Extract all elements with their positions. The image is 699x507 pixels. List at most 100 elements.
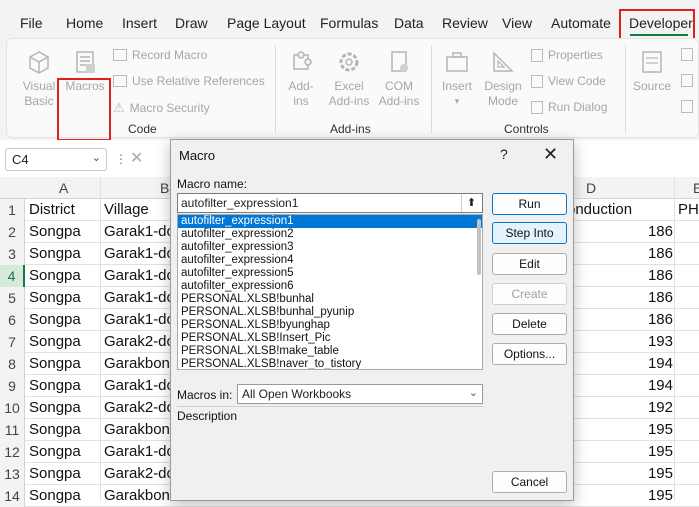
column-header-a[interactable]: A bbox=[59, 180, 68, 196]
macros-in-select[interactable]: All Open Workbooks ⌄ bbox=[237, 384, 483, 404]
row-header[interactable]: 10 bbox=[0, 397, 25, 419]
excel-addins-button[interactable]: Excel Add-ins bbox=[325, 47, 373, 109]
row-header[interactable]: 1 bbox=[0, 199, 25, 221]
cell-e[interactable] bbox=[678, 309, 699, 331]
cell-b[interactable]: Garak1-do bbox=[104, 441, 170, 463]
row-header[interactable]: 2 bbox=[0, 221, 25, 243]
macro-list-item[interactable]: PERSONAL.XLSB!Insert_Pic bbox=[178, 332, 482, 345]
macro-list-item[interactable]: autofilter_expression5 bbox=[178, 267, 482, 280]
relative-references-button[interactable]: Use Relative References bbox=[113, 74, 265, 88]
row-header[interactable]: 4 bbox=[0, 265, 25, 287]
cell-a[interactable]: Songpa bbox=[29, 243, 99, 265]
create-button[interactable]: Create bbox=[492, 283, 567, 305]
row-header[interactable]: 6 bbox=[0, 309, 25, 331]
column-header-e[interactable]: E bbox=[693, 180, 699, 196]
cell-e[interactable] bbox=[678, 485, 699, 507]
chevron-down-icon[interactable]: ⌄ bbox=[469, 386, 478, 399]
cell-a[interactable]: Songpa bbox=[29, 485, 99, 507]
cell-a[interactable]: District bbox=[29, 199, 99, 221]
insert-control-button[interactable]: Insert ▾ bbox=[437, 47, 477, 109]
cell-d[interactable]: 186 bbox=[567, 243, 673, 265]
cell-d[interactable]: 186 bbox=[567, 309, 673, 331]
cell-d[interactable]: 195 bbox=[567, 441, 673, 463]
visual-basic-button[interactable]: Visual Basic bbox=[17, 47, 61, 109]
cell-d[interactable]: 195 bbox=[567, 419, 673, 441]
cell-e[interactable]: PH bbox=[678, 199, 699, 221]
macro-list[interactable]: autofilter_expression1 autofilter_express… bbox=[177, 214, 483, 370]
cell-b[interactable]: Garak2-do bbox=[104, 463, 170, 485]
cell-d[interactable]: 194 bbox=[567, 353, 673, 375]
row-header[interactable]: 8 bbox=[0, 353, 25, 375]
menu-review[interactable]: Review bbox=[442, 15, 488, 31]
chevron-down-icon[interactable]: ⌄ bbox=[92, 151, 101, 164]
cell-b[interactable]: Garak1-do bbox=[104, 375, 170, 397]
cell-b[interactable]: Garak1-do bbox=[104, 265, 170, 287]
menu-file[interactable]: File bbox=[20, 15, 43, 31]
row-header[interactable]: 11 bbox=[0, 419, 25, 441]
cell-b[interactable]: Garak1-do bbox=[104, 287, 170, 309]
cell-d[interactable]: 193 bbox=[567, 331, 673, 353]
cell-a[interactable]: Songpa bbox=[29, 331, 99, 353]
cell-e[interactable] bbox=[678, 419, 699, 441]
macro-list-item[interactable]: autofilter_expression2 bbox=[178, 228, 482, 241]
record-macro-button[interactable]: Record Macro bbox=[113, 48, 207, 62]
cell-b[interactable]: Garakbon bbox=[104, 485, 170, 507]
help-icon[interactable]: ? bbox=[500, 146, 508, 162]
row-header[interactable]: 12 bbox=[0, 441, 25, 463]
xml-refresh-data-icon[interactable] bbox=[681, 100, 693, 113]
menu-data[interactable]: Data bbox=[394, 15, 424, 31]
column-header-b[interactable]: B bbox=[160, 180, 169, 196]
menu-home[interactable]: Home bbox=[66, 15, 103, 31]
cell-b[interactable]: Garakbon bbox=[104, 419, 170, 441]
cell-d[interactable]: onduction bbox=[567, 199, 673, 221]
addins-button[interactable]: Add- ins bbox=[281, 47, 321, 109]
cell-a[interactable]: Songpa bbox=[29, 265, 99, 287]
macro-list-item[interactable]: autofilter_expression3 bbox=[178, 241, 482, 254]
row-header[interactable]: 9 bbox=[0, 375, 25, 397]
cell-b[interactable]: Garak2-do bbox=[104, 397, 170, 419]
row-header[interactable]: 13 bbox=[0, 463, 25, 485]
cell-d[interactable]: 186 bbox=[567, 265, 673, 287]
close-icon[interactable]: ✕ bbox=[543, 144, 558, 165]
list-scrollbar[interactable] bbox=[477, 219, 481, 275]
cell-a[interactable]: Songpa bbox=[29, 397, 99, 419]
cell-e[interactable] bbox=[678, 221, 699, 243]
cell-a[interactable]: Songpa bbox=[29, 287, 99, 309]
cell-a[interactable]: Songpa bbox=[29, 441, 99, 463]
macro-name-input[interactable]: autofilter_expression1 bbox=[177, 193, 483, 213]
macro-list-item[interactable]: PERSONAL.XLSB!make_table bbox=[178, 345, 482, 358]
cell-b[interactable]: Garak1-do bbox=[104, 221, 170, 243]
cell-d[interactable]: 195 bbox=[567, 485, 673, 507]
menu-view[interactable]: View bbox=[502, 15, 532, 31]
cell-a[interactable]: Songpa bbox=[29, 221, 99, 243]
column-header-d[interactable]: D bbox=[586, 180, 596, 196]
cell-a[interactable]: Songpa bbox=[29, 309, 99, 331]
cell-b[interactable]: Garak1-do bbox=[104, 243, 170, 265]
row-header[interactable]: 14 bbox=[0, 485, 25, 507]
cell-a[interactable]: Songpa bbox=[29, 353, 99, 375]
cell-e[interactable] bbox=[678, 463, 699, 485]
menu-insert[interactable]: Insert bbox=[122, 15, 157, 31]
properties-button[interactable]: Properties bbox=[531, 48, 603, 62]
cell-b[interactable]: Garakbon bbox=[104, 353, 170, 375]
cell-e[interactable] bbox=[678, 353, 699, 375]
cell-b[interactable]: Village bbox=[104, 199, 170, 221]
cell-e[interactable] bbox=[678, 287, 699, 309]
menu-automate[interactable]: Automate bbox=[551, 15, 611, 31]
cell-a[interactable]: Songpa bbox=[29, 463, 99, 485]
cell-d[interactable]: 192 bbox=[567, 397, 673, 419]
cell-b[interactable]: Garak1-do bbox=[104, 309, 170, 331]
row-header[interactable]: 7 bbox=[0, 331, 25, 353]
macro-list-item[interactable]: PERSONAL.XLSB!byunghap bbox=[178, 319, 482, 332]
xml-map-properties-icon[interactable] bbox=[681, 48, 693, 61]
cell-a[interactable]: Songpa bbox=[29, 419, 99, 441]
cell-a[interactable]: Songpa bbox=[29, 375, 99, 397]
menu-draw[interactable]: Draw bbox=[175, 15, 208, 31]
row-header[interactable]: 3 bbox=[0, 243, 25, 265]
macro-list-item[interactable]: autofilter_expression1 bbox=[178, 215, 482, 228]
cell-d[interactable]: 195 bbox=[567, 463, 673, 485]
view-code-button[interactable]: View Code bbox=[531, 74, 606, 88]
macro-list-item[interactable]: autofilter_expression6 bbox=[178, 280, 482, 293]
cell-e[interactable] bbox=[678, 243, 699, 265]
cell-b[interactable]: Garak2-do bbox=[104, 331, 170, 353]
